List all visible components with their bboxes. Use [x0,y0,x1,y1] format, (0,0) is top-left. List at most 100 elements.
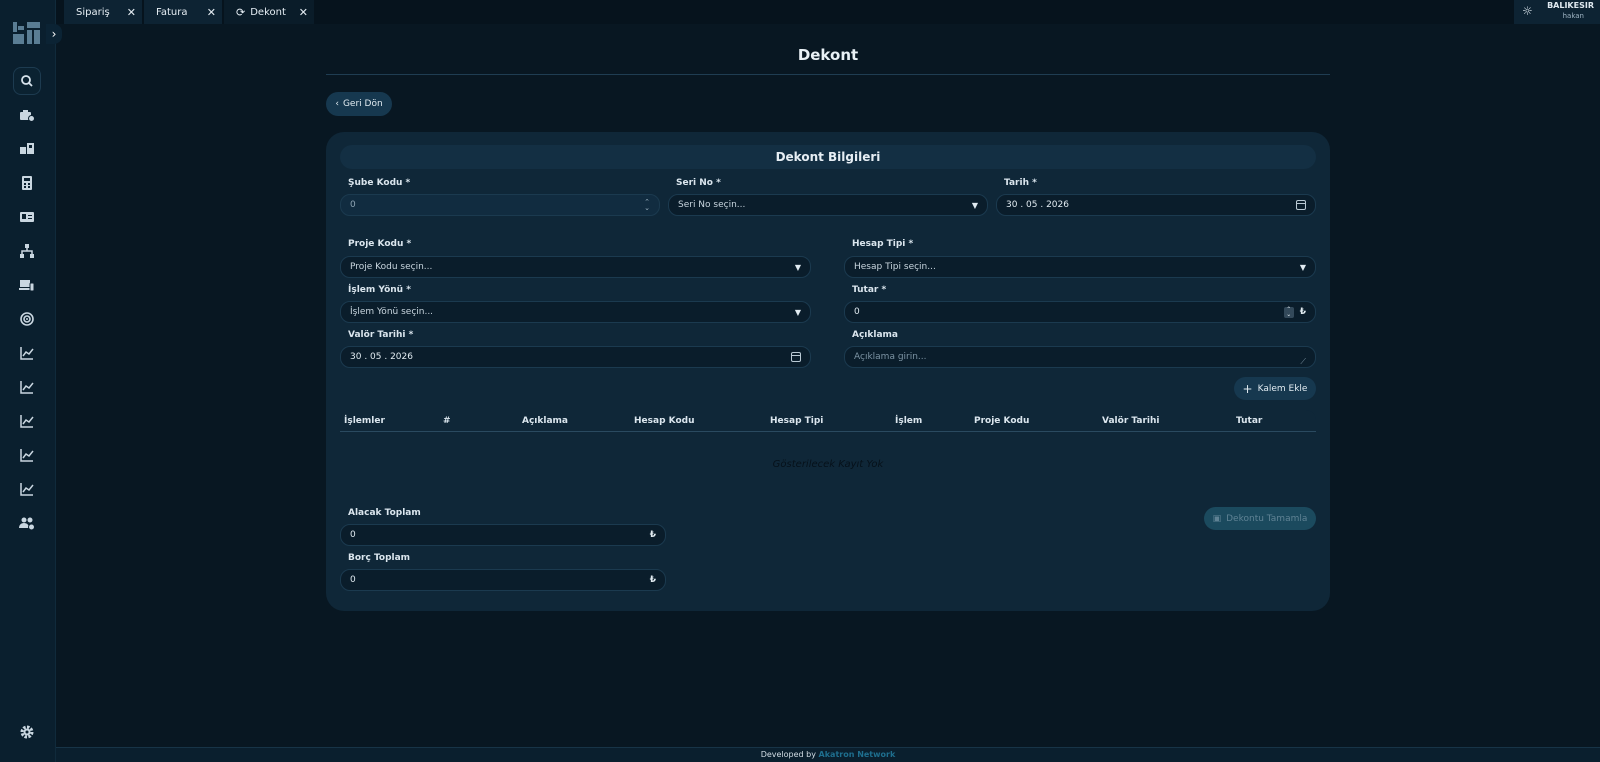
caret-down-icon: ▼ [971,200,978,210]
tab-bar: Sipariş ✕ Fatura ✕ ⟳ Dekont ✕ ☼ BALIKESI… [56,0,1600,24]
chart-line-icon[interactable] [13,441,41,469]
project-code-select[interactable]: Proje Kodu seçin... ▼ [340,256,811,278]
date-input[interactable]: 30 . 05 . 2026 [996,194,1316,216]
back-button-label: Geri Dön [342,99,383,109]
transaction-direction-placeholder: İşlem Yönü seçin... [350,307,434,317]
footer-brand-link[interactable]: Akatron Network [819,750,896,759]
caret-down-icon: ▼ [794,307,801,317]
chart-line-icon[interactable] [13,339,41,367]
id-card-icon[interactable] [13,203,41,231]
save-icon: ▣ [1212,513,1222,524]
stepper-icon[interactable]: ⌃ ⌄ [1283,306,1294,318]
tab-label: Fatura [156,6,188,18]
column-header[interactable]: Proje Kodu [974,416,1029,426]
users-cog-icon[interactable] [13,509,41,537]
tab-label: Dekont [250,6,286,18]
search-icon[interactable] [13,67,41,95]
user-box[interactable]: ☼ BALIKESIR hakan [1514,0,1600,24]
complete-receipt-label: Dekontu Tamamla [1226,513,1308,524]
amount-value: 0 [854,307,860,317]
column-header[interactable]: Açıklama [522,416,568,426]
stepper-icon[interactable]: ⌃ ⌄ [644,199,650,212]
lira-icon: ₺ [649,575,656,585]
empty-table-message: Gösterilecek Kayıt Yok [772,459,884,470]
resize-handle-icon[interactable]: ⟋ [1300,357,1306,367]
chart-line-icon[interactable] [13,475,41,503]
devices-icon[interactable] [13,271,41,299]
branch-name: BALIKESIR [1547,1,1594,10]
serial-no-select[interactable]: Seri No seçin... ▼ [668,194,988,216]
add-item-label: Kalem Ekle [1257,383,1308,394]
branch-code-input[interactable]: 0 ⌃ ⌄ [340,194,660,216]
chevron-right-icon[interactable]: › [46,24,62,44]
target-icon[interactable] [13,305,41,333]
lira-icon: ₺ [649,530,656,540]
tab-dekont[interactable]: ⟳ Dekont ✕ [224,0,314,24]
footer: Developed by Akatron Network [56,747,1600,762]
value-date-value: 30 . 05 . 2026 [350,352,413,362]
column-header[interactable]: Hesap Tipi [770,416,823,426]
project-code-placeholder: Proje Kodu seçin... [350,262,433,272]
close-icon[interactable]: ✕ [299,6,308,19]
caret-down-icon: ▼ [1299,262,1306,272]
receipt-form-card: Dekont Bilgileri Şube Kodu * 0 ⌃ ⌄ Seri N… [326,132,1330,611]
app-logo[interactable] [12,20,42,46]
page-title: Dekont [797,46,859,64]
calculator-icon[interactable] [13,169,41,197]
footer-prefix: Developed by [760,750,816,759]
caret-down-icon: ▼ [794,262,801,272]
serial-no-label: Seri No * [676,178,721,188]
close-icon[interactable]: ✕ [207,6,216,19]
tab-fatura[interactable]: Fatura ✕ [144,0,222,24]
chart-line-icon[interactable] [13,407,41,435]
tab-label: Sipariş [76,6,110,18]
briefcase-clock-icon[interactable] [13,101,41,129]
credit-total-label: Alacak Toplam [348,508,421,518]
sitemap-icon[interactable] [13,237,41,265]
chart-line-icon[interactable] [13,373,41,401]
lira-icon: ₺ [1299,307,1306,317]
sun-icon[interactable]: ☼ [1522,4,1533,18]
gear-icon[interactable] [13,718,41,746]
add-item-button[interactable]: + Kalem Ekle [1234,377,1316,400]
account-type-label: Hesap Tipi * [852,239,914,249]
tab-siparis[interactable]: Sipariş ✕ [64,0,142,24]
column-header[interactable]: Tutar [1236,416,1262,426]
amount-input[interactable]: 0 ⌃ ⌄ ₺ [844,301,1316,323]
chevron-left-icon: ‹ [335,99,339,109]
sidebar: › [0,0,62,762]
column-header[interactable]: İşlemler [344,416,385,426]
table-header: İşlemler # Açıklama Hesap Kodu Hesap Tip… [340,410,1316,432]
warehouse-icon[interactable] [13,135,41,163]
complete-receipt-button[interactable]: ▣ Dekontu Tamamla [1204,507,1316,530]
description-placeholder: Açıklama girin... [854,352,927,362]
description-textarea[interactable]: Açıklama girin... ⟋ [844,346,1316,368]
debit-total-value: 0 [350,575,356,585]
account-type-placeholder: Hesap Tipi seçin... [854,262,936,272]
date-value: 30 . 05 . 2026 [1006,200,1069,210]
transaction-direction-label: İşlem Yönü * [348,285,411,295]
value-date-label: Valör Tarihi * [348,330,414,340]
branch-code-label: Şube Kodu * [348,178,411,188]
calendar-icon[interactable] [791,352,801,362]
column-header[interactable]: # [443,416,451,426]
username: hakan [1562,12,1584,20]
credit-total-value: 0 [350,530,356,540]
close-icon[interactable]: ✕ [127,6,136,19]
column-header[interactable]: İşlem [895,416,922,426]
value-date-input[interactable]: 30 . 05 . 2026 [340,346,811,368]
calendar-icon[interactable] [1296,200,1306,210]
debit-total-field: 0 ₺ [340,569,666,591]
debit-total-label: Borç Toplam [348,553,411,563]
transaction-direction-select[interactable]: İşlem Yönü seçin... ▼ [340,301,811,323]
project-code-label: Proje Kodu * [348,239,412,249]
account-type-select[interactable]: Hesap Tipi seçin... ▼ [844,256,1316,278]
date-label: Tarih * [1004,178,1037,188]
amount-label: Tutar * [852,285,887,295]
branch-code-value: 0 [350,200,356,210]
column-header[interactable]: Valör Tarihi [1102,416,1159,426]
refresh-icon[interactable]: ⟳ [236,6,245,19]
column-header[interactable]: Hesap Kodu [634,416,695,426]
back-button[interactable]: ‹ Geri Dön [326,92,392,116]
plus-icon: + [1242,381,1253,396]
